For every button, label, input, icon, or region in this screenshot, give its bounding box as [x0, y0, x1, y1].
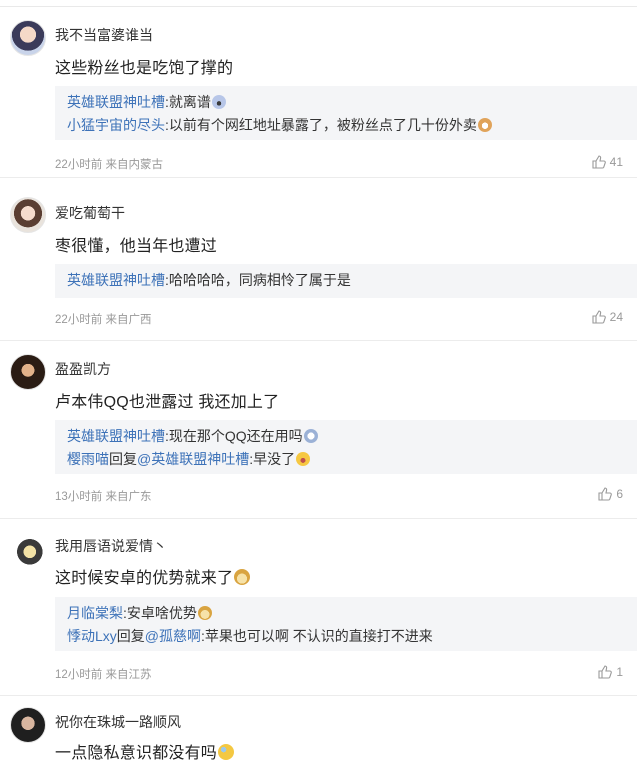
reply-text: 现在那个QQ还在用吗 — [168, 428, 303, 444]
shocked-emoji-icon — [211, 95, 226, 109]
comment-text: 卢本伟QQ也泄露过 我还加上了 — [55, 394, 280, 411]
thumbs-up-icon — [592, 155, 606, 169]
comment-list: 我不当富婆谁当 这些粉丝也是吃饱了撑的 英雄联盟神吐槽:就离谱 小猛宇宙的尽头:… — [0, 0, 637, 762]
thumbs-up-icon — [592, 310, 606, 324]
like-count: 41 — [609, 155, 623, 169]
avatar[interactable] — [10, 532, 46, 568]
laughing-emoji-icon — [296, 452, 311, 466]
comment-meta: 22小时前 来自广西 — [55, 311, 152, 327]
reply-box[interactable]: 英雄联盟神吐槽:哈哈哈哈，同病相怜了属于是 — [55, 264, 637, 298]
comment-meta: 13小时前 来自广东 — [55, 488, 152, 504]
comment-text: 枣很懂，他当年也遭过 — [55, 238, 218, 255]
reply-item: 英雄联盟神吐槽:就离谱 — [67, 91, 625, 114]
reply-text: 安卓啥优势 — [126, 605, 197, 621]
comment-item: 盈盈凯方 卢本伟QQ也泄露过 我还加上了 英雄联盟神吐槽:现在那个QQ还在用吗 … — [0, 340, 637, 519]
reply-author[interactable]: 英雄联盟神吐槽 — [67, 428, 165, 444]
reply-author[interactable]: 悸动Lxy — [67, 628, 117, 644]
comment-item: 我用唇语说爱情丶 这时候安卓的优势就来了 月临棠梨:安卓啥优势 悸动Lxy回复@… — [0, 518, 637, 696]
reply-box[interactable]: 英雄联盟神吐槽:就离谱 小猛宇宙的尽头:以前有个网红地址暴露了，被粉丝点了几十份… — [55, 86, 637, 140]
reply-text: 早没了 — [253, 451, 296, 467]
comment-username[interactable]: 我用唇语说爱情丶 — [55, 536, 167, 556]
reply-author[interactable]: 樱雨喵 — [67, 451, 109, 467]
like-button[interactable]: 1 — [598, 665, 623, 679]
like-count: 1 — [616, 665, 623, 679]
reply-item: 英雄联盟神吐槽:现在那个QQ还在用吗 — [67, 425, 625, 448]
like-button[interactable]: 41 — [592, 155, 623, 169]
comment-username[interactable]: 我不当富婆谁当 — [55, 25, 153, 45]
comment-username[interactable]: 盈盈凯方 — [55, 359, 111, 379]
cat-emoji-icon — [477, 118, 492, 132]
comment-text: 这些粉丝也是吃饱了撑的 — [55, 60, 234, 77]
reply-author[interactable]: 英雄联盟神吐槽 — [67, 272, 165, 288]
comment-time: 13小时前 — [55, 491, 103, 503]
reply-author[interactable]: 小猛宇宙的尽头 — [67, 117, 165, 133]
comment-location: 来自广东 — [105, 491, 152, 503]
reply-text: 以前有个网红地址暴露了，被粉丝点了几十份外卖 — [168, 117, 477, 133]
sweat-emoji-icon — [218, 744, 235, 760]
comment-location: 来自广西 — [105, 314, 152, 326]
reply-target[interactable]: @英雄联盟神吐槽 — [137, 451, 249, 467]
comment-time: 22小时前 — [55, 159, 103, 171]
reply-item: 英雄联盟神吐槽:哈哈哈哈，同病相怜了属于是 — [67, 272, 351, 288]
thumbs-up-icon — [598, 487, 613, 501]
reply-item: 月临棠梨:安卓啥优势 — [67, 602, 625, 625]
thumbs-up-icon — [598, 665, 613, 679]
reply-item: 悸动Lxy回复@孤慈啊:苹果也可以啊 不认识的直接打不进来 — [67, 628, 433, 644]
reply-author[interactable]: 月临棠梨 — [67, 605, 123, 621]
comment-username[interactable]: 爱吃葡萄干 — [55, 203, 125, 223]
reply-author[interactable]: 英雄联盟神吐槽 — [67, 94, 165, 110]
avatar[interactable] — [10, 20, 46, 56]
comment-item: 我不当富婆谁当 这些粉丝也是吃饱了撑的 英雄联盟神吐槽:就离谱 小猛宇宙的尽头:… — [0, 0, 637, 178]
comment-location: 来自内蒙古 — [105, 159, 164, 171]
like-count: 6 — [616, 487, 623, 501]
comment-text: 这时候安卓的优势就来了 — [55, 564, 251, 588]
reply-box[interactable]: 月临棠梨:安卓啥优势 悸动Lxy回复@孤慈啊:苹果也可以啊 不认识的直接打不进来 — [55, 597, 637, 651]
reply-item: 樱雨喵回复@英雄联盟神吐槽:早没了 — [67, 448, 625, 471]
comment-item: 祝你在珠城一路顺风 一点隐私意识都没有吗 — [0, 695, 637, 762]
avatar[interactable] — [10, 707, 46, 743]
like-button[interactable]: 6 — [598, 487, 623, 501]
comment-meta: 22小时前 来自内蒙古 — [55, 156, 163, 172]
comment-item: 爱吃葡萄干 枣很懂，他当年也遭过 英雄联盟神吐槽:哈哈哈哈，同病相怜了属于是 2… — [0, 177, 637, 341]
doge-emoji-icon — [197, 606, 212, 620]
like-count: 24 — [609, 310, 623, 324]
doge-emoji-icon — [234, 569, 251, 585]
comment-meta: 12小时前 来自江苏 — [55, 666, 152, 682]
comment-time: 12小时前 — [55, 669, 103, 681]
reply-text: 就离谱 — [168, 94, 211, 110]
avatar[interactable] — [10, 354, 46, 390]
reply-item: 小猛宇宙的尽头:以前有个网红地址暴露了，被粉丝点了几十份外卖 — [67, 114, 625, 137]
comment-location: 来自江苏 — [105, 669, 152, 681]
reply-text: 哈哈哈哈，同病相怜了属于是 — [168, 272, 351, 288]
like-button[interactable]: 24 — [592, 310, 623, 324]
avatar[interactable] — [10, 197, 46, 233]
reply-target[interactable]: @孤慈啊 — [145, 628, 201, 644]
comment-time: 22小时前 — [55, 314, 103, 326]
reply-box[interactable]: 英雄联盟神吐槽:现在那个QQ还在用吗 樱雨喵回复@英雄联盟神吐槽:早没了 — [55, 420, 637, 474]
comment-text: 一点隐私意识都没有吗 — [55, 739, 235, 763]
thinking-emoji-icon — [303, 429, 318, 443]
comment-username[interactable]: 祝你在珠城一路顺风 — [55, 712, 181, 732]
reply-text: 苹果也可以啊 不认识的直接打不进来 — [204, 628, 433, 644]
